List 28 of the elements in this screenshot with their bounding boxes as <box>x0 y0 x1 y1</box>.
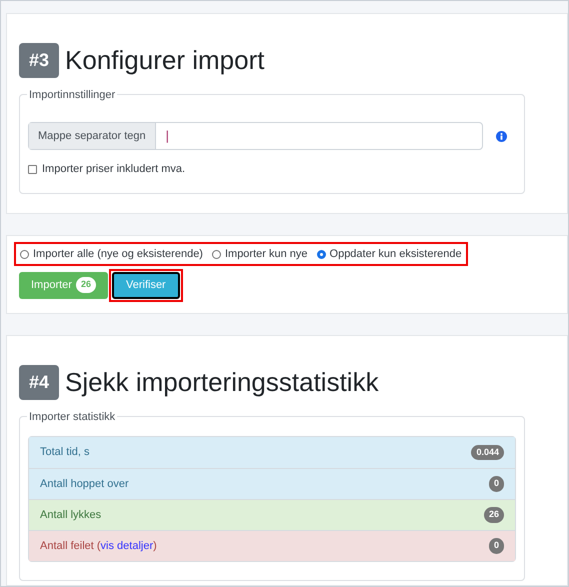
radio-label: Importer alle (nye og eksisterende) <box>33 246 203 262</box>
radio-button[interactable] <box>212 250 221 258</box>
step-number: #4 <box>19 365 60 400</box>
separator-input-group[interactable]: Mappe separator tegn | <box>28 122 483 150</box>
statistic-label: Antall hoppet over <box>40 476 129 492</box>
radio-label: Importer kun nye <box>224 246 308 262</box>
value-badge: 0 <box>488 538 504 554</box>
input-label: Mappe separator tegn <box>29 123 156 149</box>
details-link[interactable]: vis detaljer <box>100 540 154 552</box>
statistic-label: Total tid, s <box>40 445 90 460</box>
checkbox[interactable] <box>28 164 37 174</box>
input-field[interactable]: | <box>156 123 482 149</box>
statistic-label: Antall lykkes <box>40 508 102 523</box>
value-badge: 0.044 <box>471 444 504 460</box>
section-title: Sjekk importeringsstatistikk <box>65 366 379 399</box>
value-badge: 0 <box>488 476 504 492</box>
fieldset-legend: Importinnstillinger <box>27 87 118 104</box>
radio-label: Oppdater kun eksisterende <box>330 246 462 262</box>
section-title: Konfigurer import <box>65 44 264 77</box>
radio-button[interactable] <box>20 250 29 258</box>
step-number: #3 <box>19 43 60 78</box>
value-badge: 26 <box>484 507 504 523</box>
statistic-label: Antall feilet (vis detaljer) <box>40 538 157 554</box>
checkbox-label: Importer priser inkludert mva. <box>42 162 186 177</box>
radio-button[interactable] <box>316 250 326 258</box>
fieldset-legend: Importer statistikk <box>27 409 118 426</box>
info-icon[interactable] <box>496 130 507 142</box>
count-badge: 26 <box>76 277 96 293</box>
